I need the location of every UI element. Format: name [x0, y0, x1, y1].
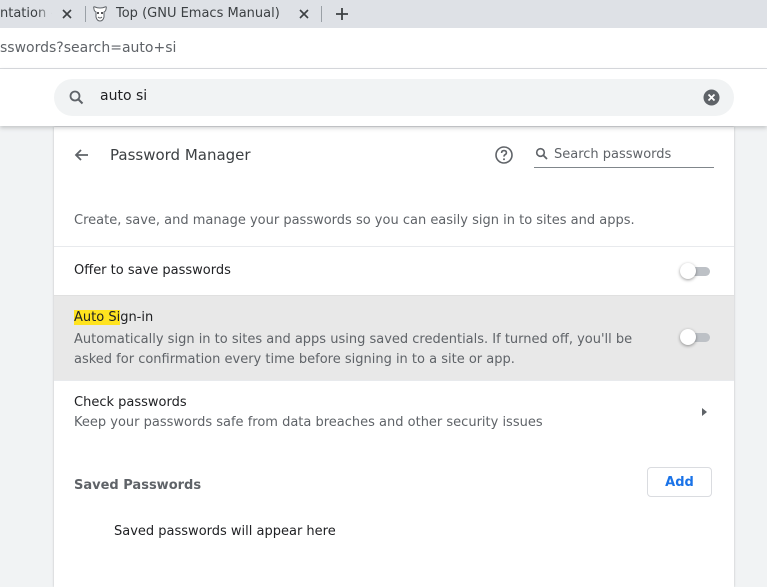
saved-passwords-heading: Saved Passwords [74, 478, 202, 493]
auto-signin-label: Auto Sign-in [74, 310, 153, 325]
tab-title: Top (GNU Emacs Manual) [116, 6, 280, 21]
tab-title: ntation - [0, 6, 52, 21]
auto-signin-toggle[interactable] [680, 329, 712, 345]
saved-passwords-empty-message: Saved passwords will appear here [114, 524, 336, 539]
settings-header: auto si [0, 69, 767, 126]
plus-icon[interactable] [333, 5, 351, 23]
tab-documentation[interactable]: ntation - [0, 0, 85, 28]
check-passwords-description: Keep your passwords safe from data breac… [74, 415, 543, 430]
search-highlight: Auto Si [74, 310, 121, 325]
auto-signin-label-rest: gn-in [120, 310, 154, 325]
auto-signin-row[interactable]: Auto Sign-in Automatically sign in to si… [54, 295, 734, 380]
tab-strip: ntation - Top (GNU Emacs Manual) [0, 0, 767, 28]
close-icon[interactable] [59, 6, 75, 22]
offer-to-save-label: Offer to save passwords [74, 263, 231, 278]
settings-search-input[interactable]: auto si [100, 88, 147, 104]
password-search-field[interactable] [534, 145, 714, 168]
page-title: Password Manager [110, 146, 251, 164]
arrow-right-icon[interactable] [700, 407, 708, 417]
clear-circle-icon[interactable] [703, 89, 720, 106]
check-passwords-row[interactable]: Check passwords Keep your passwords safe… [54, 380, 734, 445]
search-icon [69, 90, 84, 105]
help-circle-icon[interactable] [494, 145, 514, 165]
gnu-head-icon [93, 6, 107, 22]
offer-to-save-toggle[interactable] [680, 263, 712, 279]
password-search-input[interactable] [554, 145, 712, 163]
settings-search-field[interactable]: auto si [54, 79, 734, 116]
toggle-knob [680, 263, 696, 279]
tab-gnu-emacs-manual[interactable]: Top (GNU Emacs Manual) [86, 0, 321, 28]
password-manager-card: Password Manager Create, save, and manag… [54, 127, 734, 587]
page-description: Create, save, and manage your passwords … [74, 213, 635, 228]
toggle-knob [680, 329, 696, 345]
close-icon[interactable] [296, 6, 312, 22]
browser-toolbar: sswords?search=auto+si [0, 28, 767, 68]
check-passwords-label: Check passwords [74, 395, 187, 410]
offer-to-save-row[interactable]: Offer to save passwords [54, 246, 734, 295]
tab-separator [321, 6, 322, 22]
add-password-button[interactable]: Add [647, 467, 712, 497]
address-bar[interactable]: sswords?search=auto+si [0, 40, 176, 56]
arrow-back-icon[interactable] [72, 145, 92, 165]
search-icon [535, 147, 548, 160]
auto-signin-description: Automatically sign in to sites and apps … [74, 332, 633, 367]
